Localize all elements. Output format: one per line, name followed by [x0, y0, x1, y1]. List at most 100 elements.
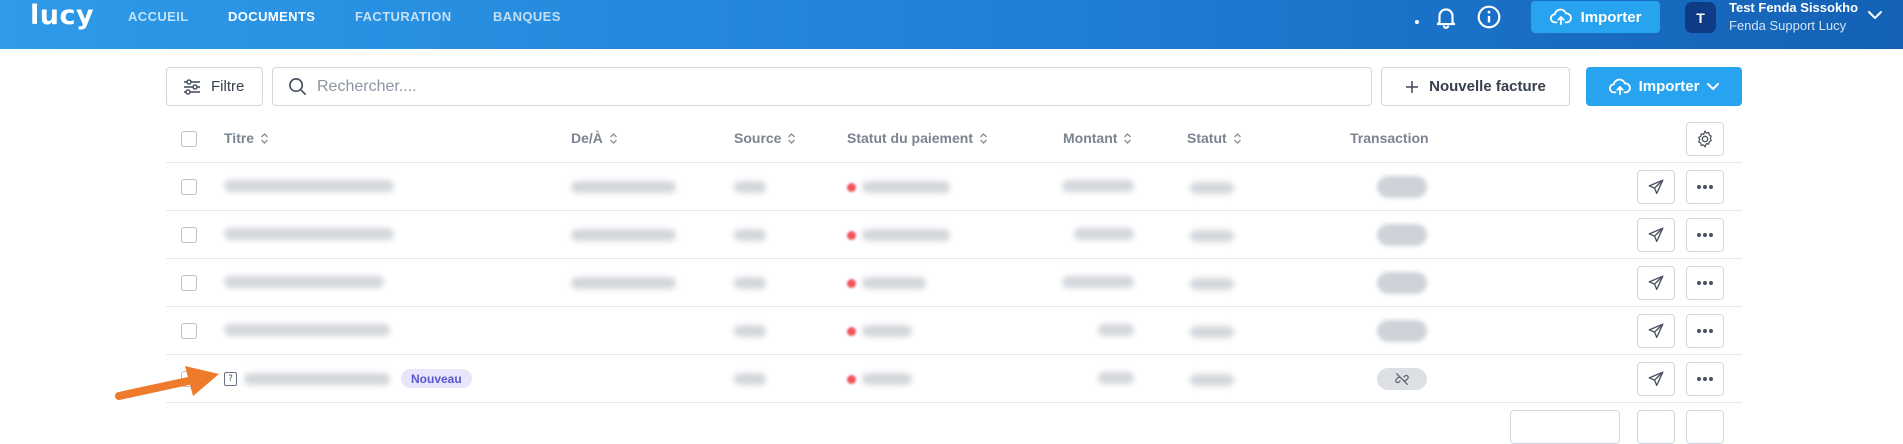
payment-status-dot	[847, 327, 856, 336]
unlink-icon	[1395, 373, 1409, 385]
payment-status-dot	[847, 231, 856, 240]
amount-cell	[1062, 180, 1134, 192]
new-badge: Nouveau	[401, 369, 472, 388]
sort-icon	[1124, 132, 1132, 144]
new-invoice-label: Nouvelle facture	[1429, 78, 1546, 95]
search-input[interactable]	[317, 77, 1317, 96]
column-header-montant[interactable]: Montant	[1063, 130, 1132, 146]
nav-facturation[interactable]: FACTURATION	[355, 9, 452, 24]
transaction-pill[interactable]	[1377, 320, 1427, 342]
divider	[166, 210, 1742, 211]
ellipsis-icon	[1697, 377, 1713, 381]
sort-icon	[609, 132, 617, 144]
column-title: Statut	[1187, 130, 1227, 146]
from-to-cell	[571, 277, 676, 289]
send-icon	[1648, 371, 1664, 387]
new-invoice-button[interactable]: Nouvelle facture	[1381, 67, 1570, 106]
row-checkbox[interactable]	[181, 179, 197, 195]
arrow-annotation	[115, 366, 219, 400]
search-icon	[289, 78, 306, 95]
sort-icon	[980, 132, 988, 144]
amount-cell	[1062, 276, 1134, 288]
column-title: Transaction	[1350, 130, 1429, 146]
cloud-upload-icon	[1549, 8, 1572, 26]
title-cell[interactable]	[224, 228, 394, 240]
nav-accueil[interactable]: ACCUEIL	[128, 9, 189, 24]
sort-icon	[261, 132, 269, 144]
amount-cell	[1098, 372, 1134, 384]
send-button[interactable]	[1637, 314, 1675, 348]
avatar[interactable]: T	[1685, 2, 1716, 33]
send-icon	[1648, 227, 1664, 243]
sliders-icon	[184, 78, 200, 95]
title-cell[interactable]	[224, 180, 394, 192]
more-options-button[interactable]	[1686, 314, 1724, 348]
row-checkbox[interactable]	[181, 323, 197, 339]
header-import-label: Importer	[1580, 8, 1642, 26]
bell-icon[interactable]	[1433, 4, 1459, 30]
transaction-pill[interactable]	[1377, 272, 1427, 294]
user-organization[interactable]: Fenda Support Lucy	[1729, 18, 1846, 33]
more-options-button[interactable]	[1686, 266, 1724, 300]
row-checkbox[interactable]	[181, 227, 197, 243]
status-indicator	[1415, 20, 1419, 24]
next-row-button[interactable]	[1510, 410, 1620, 444]
status-cell	[1190, 182, 1234, 194]
send-button[interactable]	[1637, 218, 1675, 252]
title-cell[interactable]	[224, 276, 384, 288]
send-button[interactable]	[1637, 170, 1675, 204]
send-icon	[1648, 323, 1664, 339]
cloud-upload-icon	[1608, 78, 1631, 95]
divider	[166, 354, 1742, 355]
title-cell[interactable]	[224, 324, 390, 336]
sort-icon	[1233, 132, 1241, 144]
select-all-checkbox[interactable]	[181, 131, 197, 147]
more-options-button[interactable]	[1686, 362, 1724, 396]
transaction-pill[interactable]	[1377, 224, 1427, 246]
transaction-pill[interactable]	[1377, 176, 1427, 198]
lucy-logo[interactable]: lucy	[30, 0, 94, 32]
column-header-titre[interactable]: Titre	[224, 130, 269, 146]
ellipsis-icon	[1697, 233, 1713, 237]
filter-button[interactable]: Filtre	[166, 67, 263, 106]
column-header-statut[interactable]: Statut	[1187, 130, 1242, 146]
chevron-down-icon	[1707, 82, 1720, 90]
column-header-transaction: Transaction	[1350, 130, 1429, 146]
title-cell[interactable]	[244, 373, 390, 385]
column-header-statut-paiement[interactable]: Statut du paiement	[847, 130, 988, 146]
top-navigation-bar: lucy ACCUEIL DOCUMENTS FACTURATION BANQU…	[0, 0, 1903, 49]
divider	[166, 402, 1742, 403]
payment-status-dot	[847, 183, 856, 192]
nav-documents[interactable]: DOCUMENTS	[228, 9, 315, 24]
row-checkbox[interactable]	[181, 275, 197, 291]
more-options-button[interactable]	[1686, 218, 1724, 252]
gear-icon	[1698, 130, 1712, 148]
ellipsis-icon	[1697, 329, 1713, 333]
user-name[interactable]: Test Fenda Sissokho	[1729, 0, 1858, 15]
header-import-button[interactable]: Importer	[1531, 1, 1660, 33]
nav-banques[interactable]: BANQUES	[493, 9, 561, 24]
import-button[interactable]: Importer	[1586, 67, 1742, 106]
source-cell	[734, 229, 766, 241]
column-settings-button[interactable]	[1686, 122, 1724, 156]
more-options-button[interactable]	[1686, 170, 1724, 204]
status-cell	[1190, 374, 1234, 386]
info-icon[interactable]	[1476, 4, 1502, 30]
column-header-source[interactable]: Source	[734, 130, 796, 146]
send-button[interactable]	[1637, 266, 1675, 300]
document-icon: ?	[224, 372, 237, 386]
source-cell	[734, 181, 766, 193]
search-bar[interactable]	[272, 67, 1372, 106]
send-icon	[1648, 179, 1664, 195]
transaction-unlinked-pill[interactable]	[1377, 368, 1427, 390]
more-options-button[interactable]	[1686, 410, 1724, 444]
send-button[interactable]	[1637, 362, 1675, 396]
column-title: Statut du paiement	[847, 130, 974, 146]
column-header-de-a[interactable]: De/À	[571, 130, 618, 146]
column-title: Source	[734, 130, 782, 146]
column-title: De/À	[571, 130, 603, 146]
amount-cell	[1074, 228, 1134, 240]
column-title: Titre	[224, 130, 255, 146]
chevron-down-icon[interactable]	[1867, 9, 1883, 21]
send-button[interactable]	[1637, 410, 1675, 444]
